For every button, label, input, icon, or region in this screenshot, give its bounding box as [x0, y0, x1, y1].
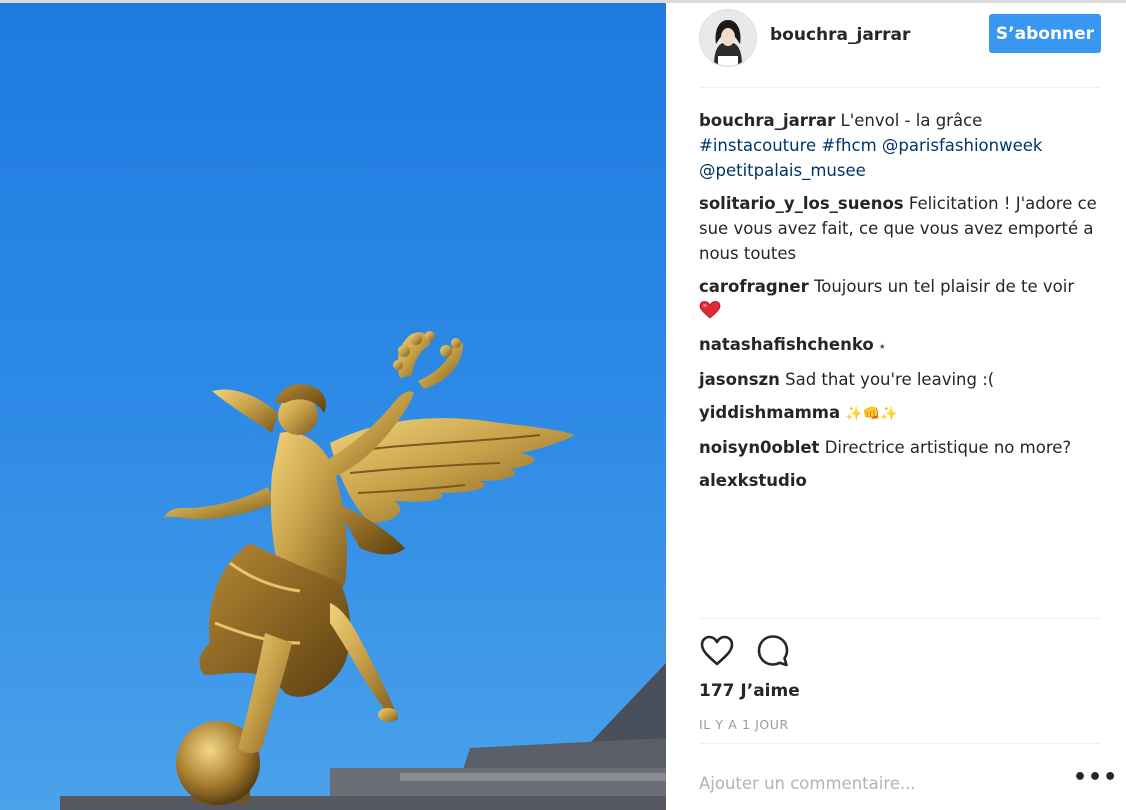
comment-username[interactable]: jasonszn [699, 370, 780, 389]
comment-username[interactable]: carofragner [699, 277, 809, 296]
post-photo[interactable] [0, 3, 666, 810]
list-item: natashafishchenko ⭑ [699, 332, 1103, 359]
comment-text: ⭑ [878, 339, 886, 353]
post-header: bouchra_jarrar S’abonner [699, 3, 1101, 87]
ellipsis-icon[interactable]: ••• [1073, 767, 1117, 794]
comment-username[interactable]: solitario_y_los_suenos [699, 194, 904, 213]
speech-bubble-icon[interactable] [755, 633, 791, 669]
avatar[interactable] [699, 9, 757, 67]
list-item: carofragner Toujours un tel plaisir de t… [699, 274, 1103, 324]
statue-photo-illustration [0, 3, 666, 810]
list-item: noisyn0oblet Directrice artistique no mo… [699, 435, 1103, 460]
post-actions [699, 633, 1101, 673]
comment-input[interactable] [699, 768, 1059, 798]
heart-outline-icon[interactable] [699, 633, 735, 669]
caption-username[interactable]: bouchra_jarrar [699, 111, 835, 130]
comment-username[interactable]: noisyn0oblet [699, 438, 819, 457]
follow-button[interactable]: S’abonner [989, 14, 1101, 53]
actions-divider [699, 618, 1101, 619]
comment-form-divider [699, 743, 1101, 744]
red-heart-emoji-icon [699, 301, 721, 319]
comment-text: Sad that you're leaving :( [785, 370, 995, 389]
list-item: solitario_y_los_suenos Felicitation ! J'… [699, 191, 1103, 266]
post-timestamp[interactable]: IL Y A 1 JOUR [699, 717, 789, 732]
hashtag-link[interactable]: #fhcm [821, 136, 876, 155]
mention-link[interactable]: @petitpalais_musee [699, 161, 866, 180]
comment-text: Toujours un tel plaisir de te voir [813, 277, 1075, 296]
add-comment-form: ••• [699, 756, 1117, 810]
like-count[interactable]: 177 J’aime [699, 681, 800, 701]
profile-portrait-image [700, 10, 756, 66]
author-username[interactable]: bouchra_jarrar [770, 25, 910, 45]
header-divider [699, 87, 1101, 88]
comment-text: Directrice artistique no more? [824, 438, 1072, 457]
list-item: jasonszn Sad that you're leaving :( [699, 367, 1103, 392]
comment-username[interactable]: yiddishmamma [699, 403, 840, 422]
list-item: alexkstudio [699, 468, 1103, 493]
post-details-panel: bouchra_jarrar S’abonner bouchra_jarrar … [667, 3, 1126, 810]
comment-username[interactable]: natashafishchenko [699, 335, 874, 354]
comment-text: ✨👊✨ [845, 406, 898, 422]
mention-link[interactable]: @parisfashionweek [882, 136, 1043, 155]
instagram-post: bouchra_jarrar S’abonner bouchra_jarrar … [0, 0, 1126, 810]
list-item: yiddishmamma ✨👊✨ [699, 400, 1103, 427]
caption-text: L'envol - la grâce [840, 111, 983, 130]
hashtag-link[interactable]: #instacouture [699, 136, 816, 155]
caption: bouchra_jarrar L'envol - la grâce #insta… [699, 108, 1103, 183]
comment-username[interactable]: alexkstudio [699, 471, 807, 490]
comments-list: bouchra_jarrar L'envol - la grâce #insta… [699, 108, 1103, 501]
